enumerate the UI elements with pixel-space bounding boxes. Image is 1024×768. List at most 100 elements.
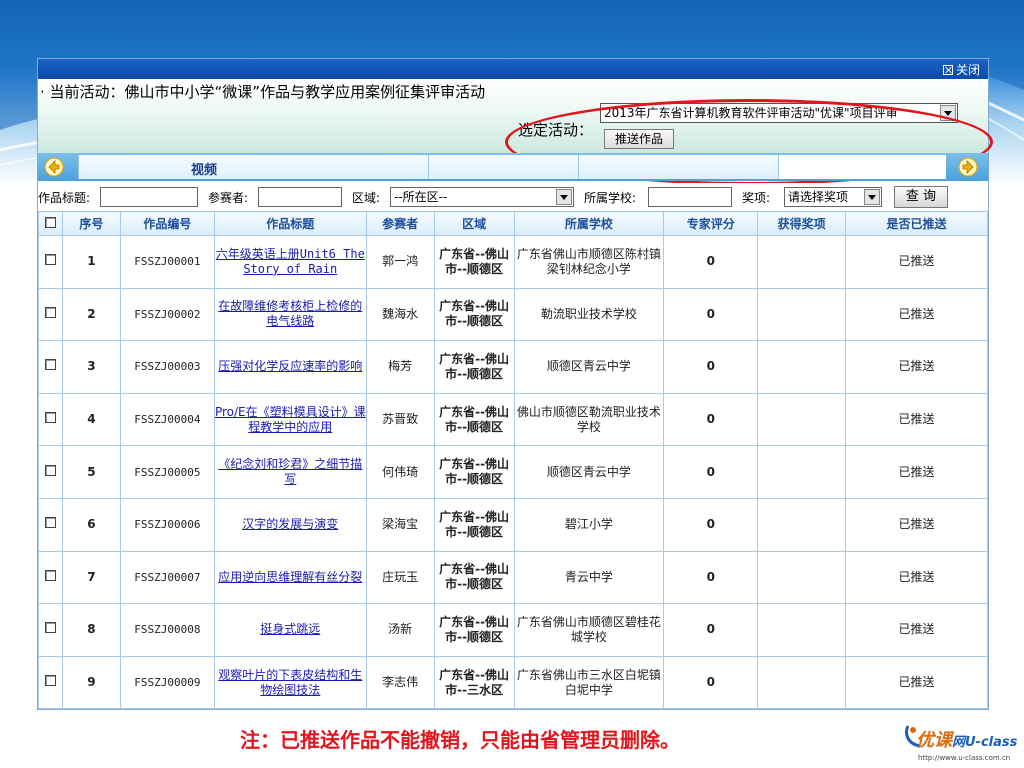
row-checkbox[interactable] [44, 254, 56, 266]
row-checkbox[interactable] [44, 517, 56, 529]
row-seq: 5 [61, 445, 121, 499]
col-participant: 参赛者 [365, 211, 435, 236]
school-filter-input[interactable] [648, 187, 732, 207]
row-checkbox[interactable] [44, 675, 56, 687]
table-row: 7 FSSZJ00007 应用逆向思维理解有丝分裂 庄玩玉 广东省--佛山市--… [38, 550, 988, 605]
row-title-link[interactable]: 挺身式跳远 [260, 622, 320, 636]
row-school: 广东省佛山市三水区白坭镇白坭中学 [513, 655, 665, 710]
row-seq: 3 [61, 340, 121, 394]
tab-empty-1[interactable] [428, 155, 578, 179]
close-label: 关闭 [955, 63, 980, 77]
row-title-link[interactable]: 汉字的发展与演变 [242, 517, 338, 531]
region-filter-select[interactable]: --所在区-- [390, 187, 574, 207]
row-participant: 苏晋致 [365, 392, 435, 447]
table-row: 6 FSSZJ00006 汉字的发展与演变 梁海宝 广东省--佛山市--顺德区 … [38, 497, 988, 552]
col-title: 作品标题 [213, 211, 367, 236]
row-checkbox[interactable] [44, 464, 56, 476]
row-award [757, 445, 847, 499]
row-region: 广东省--佛山市--顺德区 [433, 392, 515, 447]
award-filter-select[interactable]: 请选择奖项 [784, 187, 882, 207]
col-seq: 序号 [61, 211, 121, 236]
participant-filter-input[interactable] [258, 187, 342, 207]
row-checkbox[interactable] [44, 412, 56, 424]
row-school: 广东省佛山市顺德区陈村镇梁钊林纪念小学 [513, 235, 665, 289]
row-school: 广东省佛山市顺德区碧桂花城学校 [513, 603, 665, 657]
row-region: 广东省--佛山市--三水区 [433, 655, 515, 710]
row-region: 广东省--佛山市--顺德区 [433, 287, 515, 342]
activity-area: · 当前活动：佛山市中小学“微课”作品与教学应用案例征集评审活动 选定活动： 2… [38, 79, 993, 185]
row-title-link[interactable]: Pro/E在《塑料模具设计》课程教学中的应用 [215, 405, 366, 434]
works-panel: 关闭 · 当前活动：佛山市中小学“微课”作品与教学应用案例征集评审活动 选定活动… [37, 58, 993, 710]
row-pushed: 已推送 [845, 287, 988, 342]
row-score: 0 [663, 287, 759, 342]
row-score: 0 [663, 445, 759, 499]
row-participant: 何伟琦 [365, 445, 435, 499]
row-code: FSSZJ00009 [119, 655, 215, 710]
tab-video[interactable]: 视频 [78, 155, 428, 179]
award-filter-label: 奖项: [742, 191, 771, 205]
row-seq: 6 [61, 497, 121, 552]
arrow-left-icon[interactable] [44, 157, 64, 177]
row-region: 广东省--佛山市--顺德区 [433, 340, 515, 394]
logo-url: http://www.u-class.com.cn [918, 754, 1011, 762]
row-award [757, 550, 847, 605]
row-checkbox[interactable] [44, 359, 56, 371]
footer-note: 注：已推送作品不能撤销，只能由省管理员删除。 [240, 728, 680, 752]
chevron-down-icon[interactable] [556, 189, 572, 205]
table-row: 9 FSSZJ00009 观察叶片的下表皮结构和生物绘图技法 李志伟 广东省--… [38, 655, 988, 710]
row-code: FSSZJ00008 [119, 603, 215, 657]
row-title-link[interactable]: 观察叶片的下表皮结构和生物绘图技法 [218, 668, 362, 697]
row-title-link[interactable]: 《纪念刘和珍君》之细节描写 [218, 457, 362, 486]
row-school: 青云中学 [513, 550, 665, 605]
row-code: FSSZJ00007 [119, 550, 215, 605]
arrow-right-icon[interactable] [958, 157, 978, 177]
row-participant: 梅芳 [365, 340, 435, 394]
table-row: 4 FSSZJ00004 Pro/E在《塑料模具设计》课程教学中的应用 苏晋致 … [38, 392, 988, 447]
row-participant: 李志伟 [365, 655, 435, 710]
row-participant: 梁海宝 [365, 497, 435, 552]
title-filter-label: 作品标题: [38, 191, 91, 205]
tab-empty-3[interactable] [778, 155, 946, 179]
row-participant: 汤新 [365, 603, 435, 657]
row-seq: 7 [61, 550, 121, 605]
works-table: 序号 作品编号 作品标题 参赛者 区域 所属学校 专家评分 获得奖项 是否已推送… [38, 211, 988, 710]
row-award [757, 497, 847, 552]
title-filter-input[interactable] [100, 187, 198, 207]
row-score: 0 [663, 655, 759, 710]
row-region: 广东省--佛山市--顺德区 [433, 497, 515, 552]
region-filter-value: --所在区-- [394, 190, 448, 204]
row-award [757, 392, 847, 447]
tab-empty-2[interactable] [578, 155, 778, 179]
logo-brand: 优课 [916, 730, 952, 751]
col-award: 获得奖项 [757, 211, 847, 236]
select-all-checkbox[interactable] [44, 216, 56, 228]
row-score: 0 [663, 550, 759, 605]
row-checkbox[interactable] [44, 306, 56, 318]
row-title-link[interactable]: 压强对化学反应速率的影响 [218, 359, 362, 373]
row-seq: 4 [61, 392, 121, 447]
row-score: 0 [663, 603, 759, 657]
close-button[interactable]: 关闭 [942, 61, 980, 78]
row-score: 0 [663, 497, 759, 552]
col-code: 作品编号 [119, 211, 215, 236]
row-title-link[interactable]: 在故障维修考核柜上检修的电气线路 [218, 299, 362, 328]
query-button[interactable]: 查 询 [894, 186, 948, 208]
row-score: 0 [663, 392, 759, 447]
row-seq: 2 [61, 287, 121, 342]
close-icon [942, 65, 953, 75]
row-region: 广东省--佛山市--顺德区 [433, 603, 515, 657]
row-code: FSSZJ00002 [119, 287, 215, 342]
table-row: 8 FSSZJ00008 挺身式跳远 汤新 广东省--佛山市--顺德区 广东省佛… [38, 603, 988, 657]
row-pushed: 已推送 [845, 603, 988, 657]
row-title-link[interactable]: 应用逆向思维理解有丝分裂 [218, 570, 362, 584]
row-school: 佛山市顺德区勒流职业技术学校 [513, 392, 665, 447]
select-all-cell[interactable] [38, 211, 63, 236]
row-title-link[interactable]: 六年级英语上册Unit6 The Story of Rain [216, 247, 365, 276]
row-award [757, 287, 847, 342]
row-school: 碧江小学 [513, 497, 665, 552]
row-checkbox[interactable] [44, 569, 56, 581]
table-row: 5 FSSZJ00005 《纪念刘和珍君》之细节描写 何伟琦 广东省--佛山市-… [38, 445, 988, 499]
row-checkbox[interactable] [44, 622, 56, 634]
chevron-down-icon[interactable] [864, 189, 880, 205]
row-seq: 1 [61, 235, 121, 289]
